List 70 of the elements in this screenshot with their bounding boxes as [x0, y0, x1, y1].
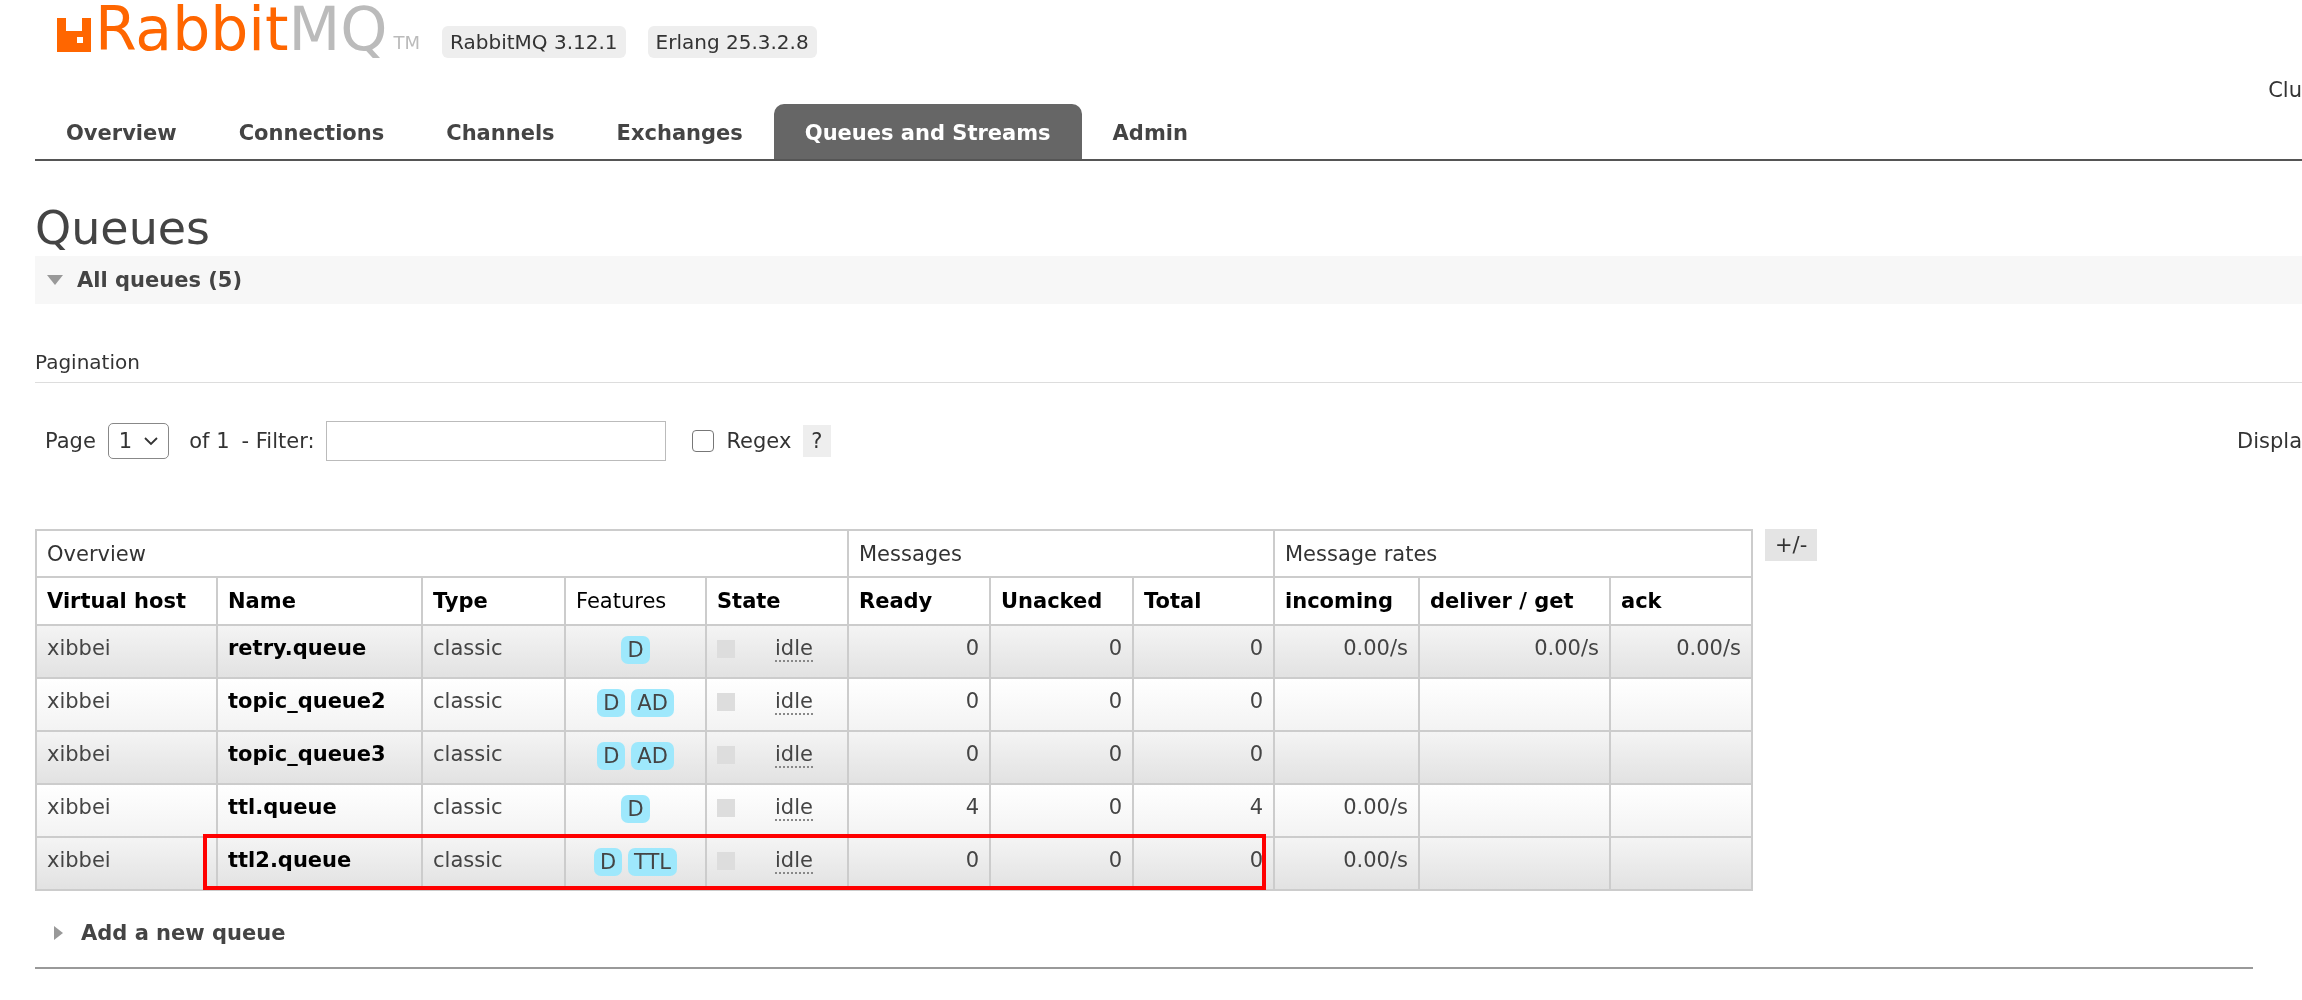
display-label: Displa	[2237, 429, 2302, 454]
table-cell: xibbei	[36, 625, 217, 679]
table-cell: 0	[848, 731, 990, 785]
column-group-header: Message rates	[1274, 530, 1752, 578]
nav-tab[interactable]: Queues and Streams	[773, 104, 1082, 159]
feature-badge: TTL	[628, 848, 678, 877]
cluster-label: Clu	[2268, 78, 2302, 102]
add-queue-section-header[interactable]: Add a new queue	[35, 921, 2253, 970]
table-cell: 0	[1133, 678, 1274, 732]
page-count: of 1	[189, 429, 230, 454]
table-cell: xibbei	[36, 837, 217, 891]
feature-badge: D	[621, 795, 650, 824]
table-cell: xibbei	[36, 731, 217, 785]
rate-value: 0.00/s	[1676, 636, 1741, 661]
version-badge: RabbitMQ 3.12.1	[442, 26, 626, 58]
table-cell: 0	[990, 731, 1133, 785]
page-select[interactable]: 1	[107, 423, 170, 460]
state-label: idle	[775, 743, 813, 769]
regex-checkbox[interactable]	[692, 430, 715, 453]
help-button[interactable]: ?	[803, 425, 831, 458]
filter-label: - Filter:	[241, 429, 315, 454]
rabbitmq-logo: RabbitMQ TM	[57, 0, 421, 58]
rate-value: 0.00/s	[1343, 848, 1408, 873]
table-cell: classic	[422, 625, 565, 679]
nav-tab[interactable]: Connections	[207, 104, 416, 159]
logo-icon	[57, 18, 91, 52]
columns-toggle-button[interactable]: +/-	[1765, 529, 1818, 562]
table-cell: 0	[848, 678, 990, 732]
state-label: idle	[775, 849, 813, 875]
table-cell: xibbei	[36, 784, 217, 838]
state-label: idle	[775, 690, 813, 716]
collapse-triangle-icon	[47, 274, 63, 287]
feature-badge: D	[597, 742, 626, 771]
state-indicator-icon	[717, 799, 735, 818]
table-cell: 0	[1133, 625, 1274, 679]
section-header[interactable]: All queues (5)	[35, 256, 2302, 305]
nav-tab[interactable]: Overview	[35, 104, 208, 159]
rate-value: 0.00/s	[1343, 636, 1408, 661]
table-cell: 0	[990, 625, 1133, 679]
pagination-heading: Pagination	[35, 350, 2302, 384]
rate-value: 0.00/s	[1343, 795, 1408, 820]
column-group-header: Messages	[848, 530, 1274, 578]
table-cell: classic	[422, 731, 565, 785]
table-cell: xibbei	[36, 678, 217, 732]
table-cell: classic	[422, 678, 565, 732]
nav-tab[interactable]: Channels	[415, 104, 586, 159]
regex-label: Regex	[726, 429, 792, 454]
nav-tab[interactable]: Admin	[1081, 104, 1219, 159]
feature-badge: AD	[631, 742, 674, 771]
state-indicator-icon	[717, 693, 735, 712]
table-cell: 0	[1133, 731, 1274, 785]
version-badge: Erlang 25.3.2.8	[647, 26, 817, 58]
add-queue-title: Add a new queue	[81, 921, 286, 946]
state-label: idle	[775, 637, 813, 663]
table-cell: 0	[990, 678, 1133, 732]
page-title: Queues	[35, 201, 212, 257]
table-cell: 0	[848, 625, 990, 679]
rate-value: 0.00/s	[1534, 636, 1599, 661]
filter-input[interactable]	[326, 421, 667, 462]
section-title: All queues (5)	[77, 268, 242, 293]
feature-badge: AD	[631, 689, 674, 718]
state-label: idle	[775, 796, 813, 822]
feature-badge: D	[597, 689, 626, 718]
feature-badge: D	[593, 848, 623, 877]
column-group-header: Overview	[36, 530, 848, 578]
feature-badge: D	[621, 636, 650, 665]
nav-tab[interactable]: Exchanges	[585, 104, 774, 159]
page-label: Page	[45, 429, 96, 454]
chevron-down-icon	[144, 436, 159, 446]
expand-triangle-icon	[53, 925, 65, 942]
